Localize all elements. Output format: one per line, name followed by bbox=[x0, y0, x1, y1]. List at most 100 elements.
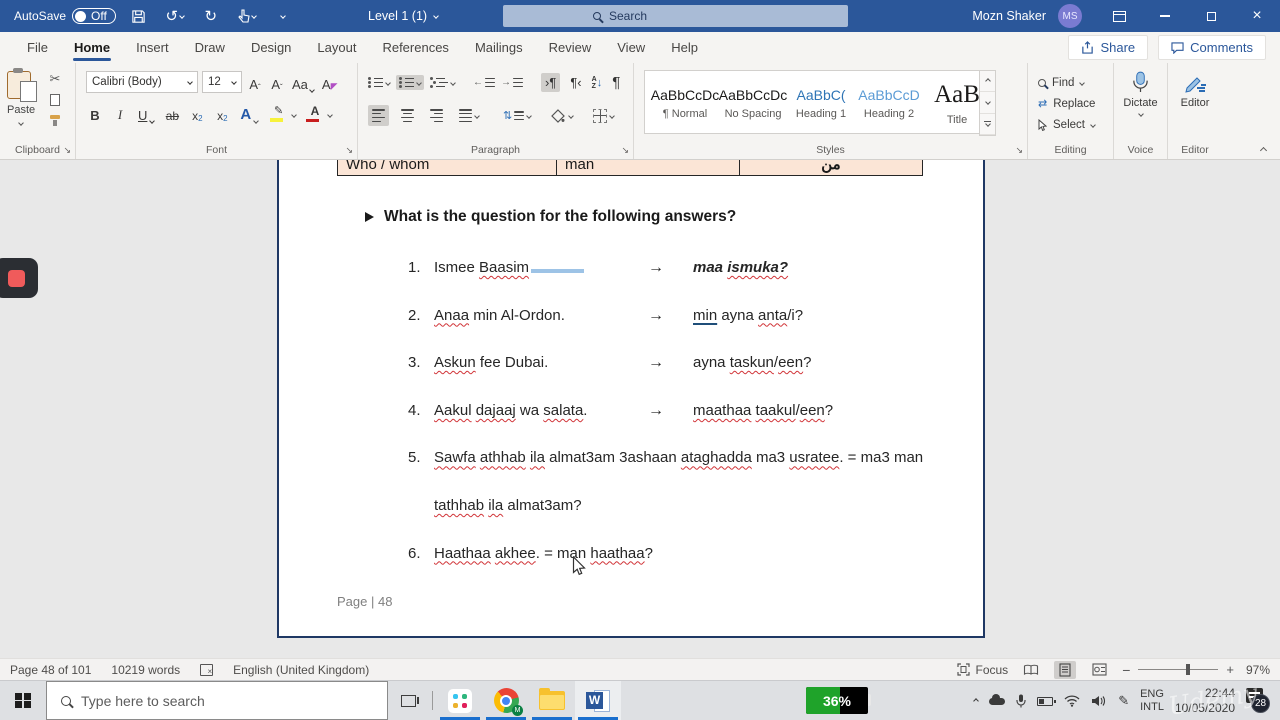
start-button[interactable] bbox=[0, 681, 46, 720]
find-button[interactable]: Find bbox=[1028, 72, 1113, 93]
battery-tray-icon[interactable] bbox=[1037, 697, 1053, 706]
task-view-button[interactable] bbox=[388, 681, 428, 720]
vocab-table-row[interactable]: Who / whom man من bbox=[337, 160, 923, 176]
read-mode-button[interactable] bbox=[1020, 661, 1042, 679]
word-count[interactable]: 10219 words bbox=[111, 663, 180, 677]
cut-button[interactable]: ✂ bbox=[50, 71, 61, 87]
strikethrough-button[interactable]: ab bbox=[163, 103, 181, 123]
close-button[interactable]: × bbox=[1234, 0, 1280, 32]
show-hide-paragraph-button[interactable]: ¶ bbox=[612, 74, 620, 91]
autosave-toggle[interactable]: AutoSave Off bbox=[14, 8, 116, 24]
ltr-direction-button[interactable]: ›¶ bbox=[541, 73, 560, 92]
zoom-slider-thumb[interactable] bbox=[1186, 664, 1190, 675]
language-tray[interactable]: ENGINTL bbox=[1140, 688, 1164, 714]
tab-design[interactable]: Design bbox=[238, 32, 304, 63]
avatar[interactable]: MS bbox=[1058, 4, 1082, 28]
tab-draw[interactable]: Draw bbox=[182, 32, 238, 63]
style-heading-1[interactable]: AaBbC(Heading 1 bbox=[787, 75, 855, 131]
change-case-button[interactable]: Aa bbox=[290, 72, 316, 92]
font-name-select[interactable]: Calibri (Body) bbox=[86, 71, 198, 93]
taskbar-app-chrome[interactable]: M bbox=[483, 681, 529, 720]
borders-button[interactable] bbox=[593, 109, 614, 123]
font-size-select[interactable]: 12 bbox=[202, 71, 242, 93]
tab-view[interactable]: View bbox=[604, 32, 658, 63]
italic-button[interactable]: I bbox=[111, 103, 129, 123]
tab-references[interactable]: References bbox=[369, 32, 461, 63]
style-no-spacing[interactable]: AaBbCcDcNo Spacing bbox=[719, 75, 787, 131]
tray-expand-button[interactable] bbox=[973, 698, 979, 704]
sort-button[interactable]: AZ↓ bbox=[592, 76, 603, 90]
tab-mailings[interactable]: Mailings bbox=[462, 32, 536, 63]
document-area[interactable]: Who / whom man من What is the question f… bbox=[0, 160, 1280, 658]
text-effects-button[interactable]: A bbox=[238, 103, 260, 123]
customize-quick-access-button[interactable] bbox=[270, 3, 296, 29]
recording-stop-overlay[interactable] bbox=[0, 258, 38, 298]
restore-button[interactable] bbox=[1188, 0, 1234, 32]
share-button[interactable]: Share bbox=[1068, 35, 1148, 60]
copy-button[interactable] bbox=[50, 94, 60, 106]
highlight-button[interactable]: ✎ bbox=[267, 103, 285, 123]
redo-button[interactable]: ↻ bbox=[198, 3, 224, 29]
taskbar-app-explorer[interactable] bbox=[529, 681, 575, 720]
undo-button[interactable]: ↺ bbox=[162, 3, 188, 29]
grow-font-button[interactable]: Aˆ bbox=[246, 72, 264, 92]
rtl-direction-button[interactable]: ¶‹ bbox=[566, 73, 585, 92]
format-painter-button[interactable] bbox=[48, 113, 62, 127]
search-input[interactable]: Search bbox=[503, 5, 848, 27]
print-layout-button[interactable] bbox=[1054, 661, 1076, 679]
language-indicator[interactable]: English (United Kingdom) bbox=[233, 663, 369, 677]
document-title[interactable]: Level 1 (1) bbox=[368, 0, 438, 32]
touch-mouse-mode-button[interactable] bbox=[234, 3, 260, 29]
clock[interactable]: 22:4410/05/2020 bbox=[1175, 686, 1235, 716]
clear-formatting-button[interactable]: A◤ bbox=[320, 72, 340, 92]
font-dialog-launcher[interactable]: ↘ bbox=[345, 145, 353, 156]
document-page[interactable]: Who / whom man من What is the question f… bbox=[277, 160, 985, 638]
styles-dialog-launcher[interactable]: ↘ bbox=[1015, 145, 1023, 156]
paste-button[interactable]: Paste bbox=[7, 71, 35, 128]
taskbar-app-slack[interactable] bbox=[437, 681, 483, 720]
align-left-button[interactable] bbox=[368, 105, 389, 126]
user-name[interactable]: Mozn Shaker bbox=[972, 9, 1046, 23]
bold-button[interactable]: B bbox=[86, 103, 104, 123]
numbering-button[interactable] bbox=[396, 75, 424, 91]
align-right-button[interactable] bbox=[426, 105, 447, 126]
superscript-button[interactable]: x2 bbox=[213, 103, 231, 123]
proofing-errors-icon[interactable]: × bbox=[200, 664, 213, 676]
styles-scroll-down-button[interactable] bbox=[980, 92, 995, 113]
paragraph-dialog-launcher[interactable]: ↘ bbox=[621, 145, 629, 156]
multilevel-list-button[interactable] bbox=[430, 78, 455, 88]
font-color-button[interactable]: A bbox=[303, 103, 321, 123]
tab-insert[interactable]: Insert bbox=[123, 32, 182, 63]
action-center-button[interactable]: 28 bbox=[1246, 686, 1272, 716]
ribbon-display-options-button[interactable] bbox=[1096, 0, 1142, 32]
comments-button[interactable]: Comments bbox=[1158, 35, 1266, 60]
taskbar-app-word[interactable]: W bbox=[575, 681, 621, 720]
focus-mode-button[interactable]: Focus bbox=[957, 663, 1009, 677]
zoom-in-button[interactable]: + bbox=[1226, 662, 1234, 677]
zoom-out-button[interactable]: − bbox=[1122, 662, 1130, 678]
bullets-button[interactable] bbox=[368, 78, 390, 88]
styles-scroll-up-button[interactable] bbox=[980, 71, 995, 92]
align-center-button[interactable] bbox=[397, 105, 418, 126]
editor-button[interactable]: Editor bbox=[1168, 63, 1222, 109]
taskbar-search-input[interactable]: Type here to search bbox=[46, 681, 388, 720]
zoom-level[interactable]: 97% bbox=[1246, 663, 1270, 677]
volume-icon[interactable] bbox=[1091, 695, 1107, 707]
shrink-font-button[interactable]: Aˇ bbox=[268, 72, 286, 92]
increase-indent-button[interactable]: → bbox=[501, 77, 523, 88]
line-spacing-button[interactable]: ⇅ bbox=[503, 109, 531, 122]
save-button[interactable] bbox=[126, 3, 152, 29]
style-heading-2[interactable]: AaBbCcDHeading 2 bbox=[855, 75, 923, 131]
wifi-icon[interactable] bbox=[1064, 695, 1080, 707]
underline-button[interactable]: U bbox=[136, 103, 156, 123]
tab-help[interactable]: Help bbox=[658, 32, 711, 63]
shading-button[interactable] bbox=[551, 109, 573, 123]
subscript-button[interactable]: x2 bbox=[188, 103, 206, 123]
clipboard-dialog-launcher[interactable]: ↘ bbox=[63, 145, 71, 156]
web-layout-button[interactable] bbox=[1088, 661, 1110, 679]
tab-review[interactable]: Review bbox=[536, 32, 605, 63]
styles-gallery-more-button[interactable] bbox=[980, 114, 995, 135]
pen-icon[interactable]: ✎ bbox=[1118, 693, 1129, 709]
justify-button[interactable] bbox=[455, 105, 483, 126]
decrease-indent-button[interactable]: ← bbox=[473, 77, 495, 88]
